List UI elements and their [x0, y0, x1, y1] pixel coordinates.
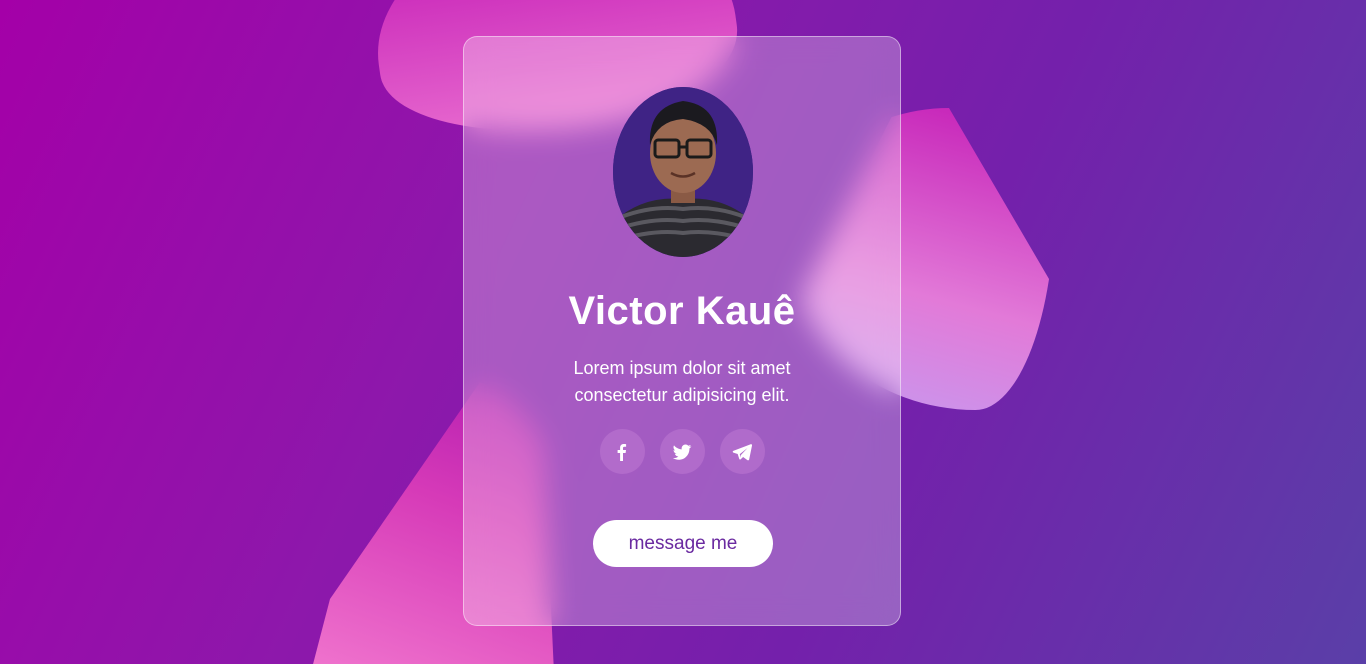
profile-bio: Lorem ipsum dolor sit amet consectetur a…	[524, 355, 840, 409]
twitter-icon	[672, 444, 692, 460]
avatar	[613, 87, 753, 257]
twitter-button[interactable]	[659, 429, 705, 474]
bio-line-2: consectetur adipisicing elit.	[574, 385, 790, 405]
social-links	[464, 429, 900, 474]
profile-name: Victor Kauê	[568, 289, 796, 333]
telegram-button[interactable]	[719, 429, 765, 474]
message-me-button[interactable]: message me	[593, 520, 773, 567]
bio-line-1: Lorem ipsum dolor sit amet	[573, 358, 791, 378]
avatar-photo	[613, 87, 753, 257]
facebook-icon	[617, 443, 627, 461]
page-background: Victor Kauê Lorem ipsum dolor sit amet c…	[0, 0, 1366, 664]
telegram-icon	[732, 443, 753, 460]
profile-card: Victor Kauê Lorem ipsum dolor sit amet c…	[463, 36, 901, 626]
facebook-button[interactable]	[599, 429, 645, 474]
